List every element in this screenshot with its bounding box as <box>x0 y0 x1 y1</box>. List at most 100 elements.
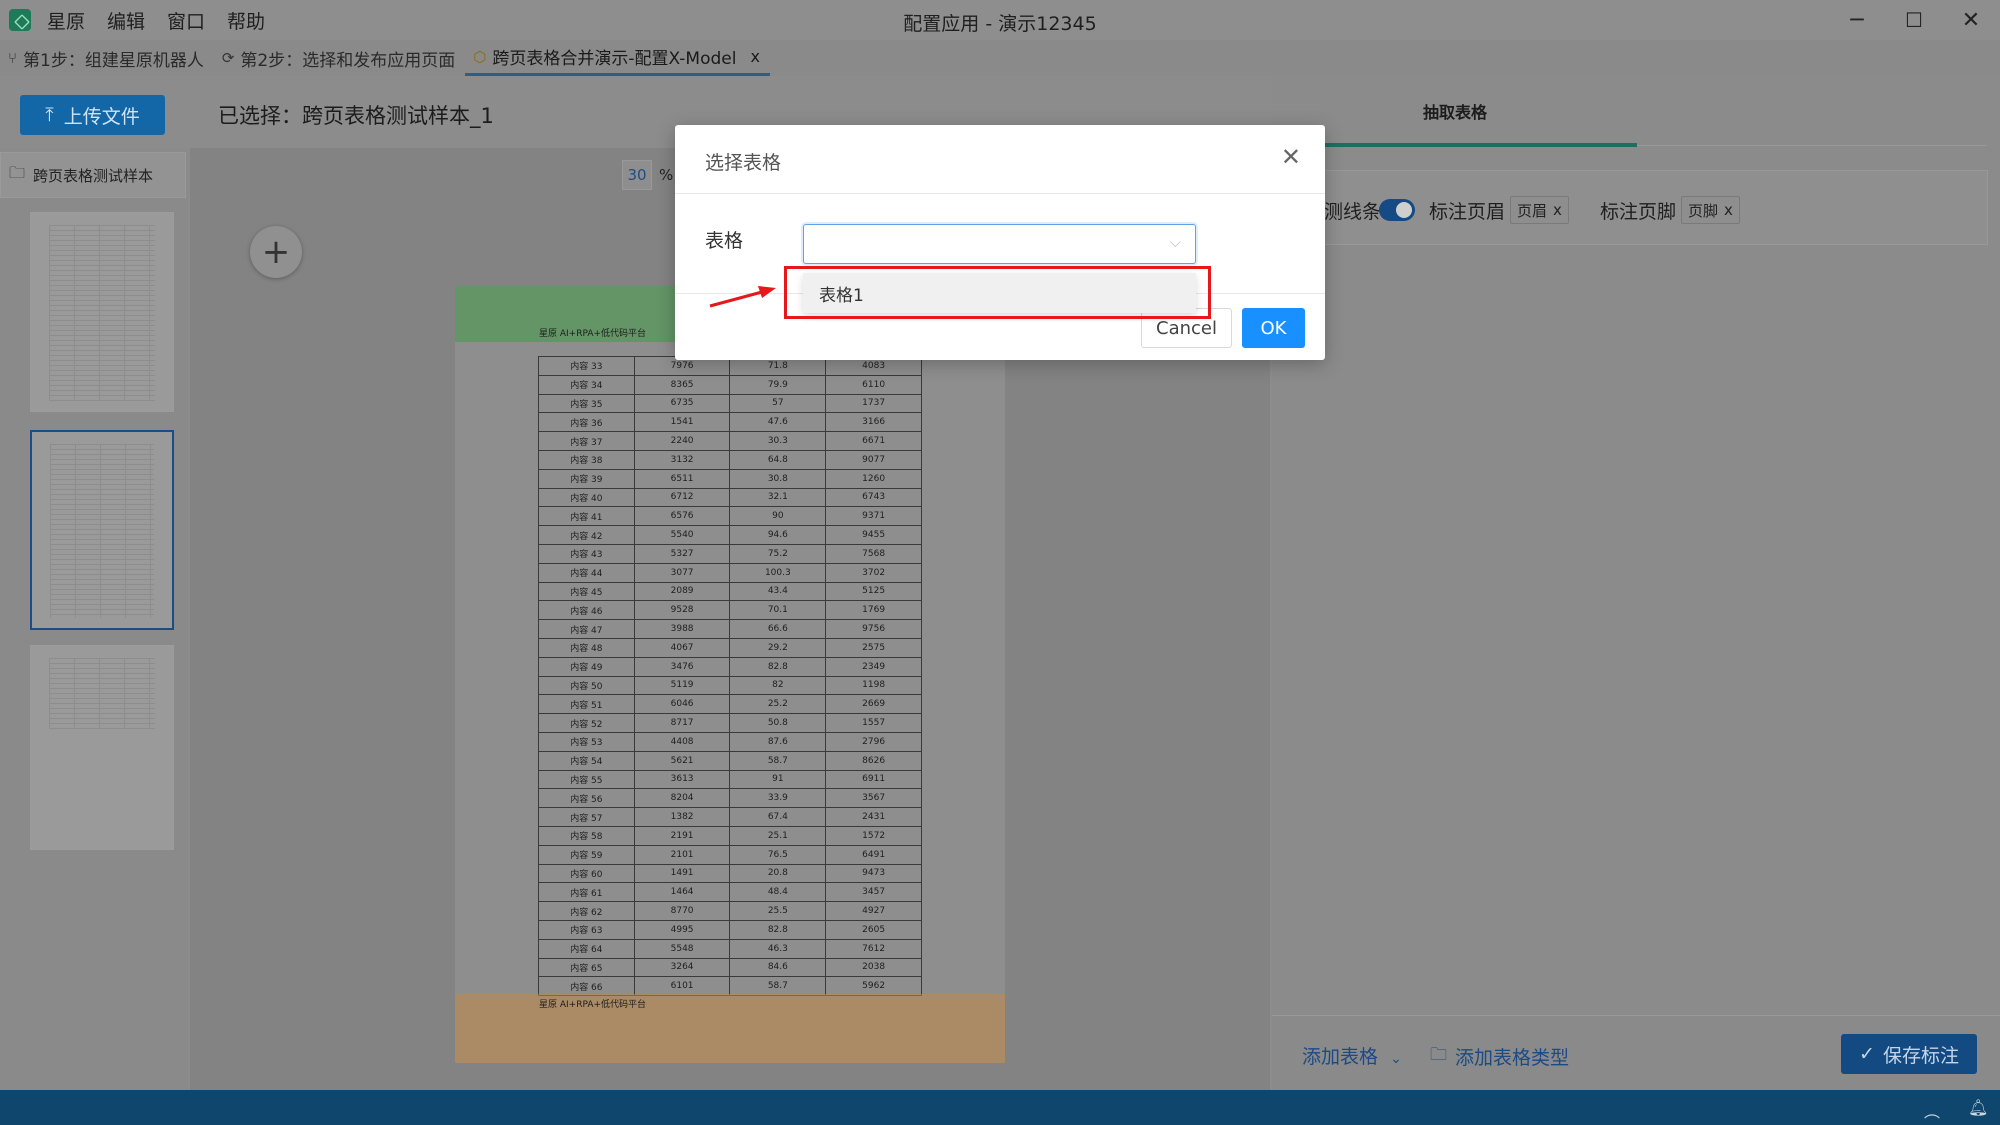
header-chip-close-icon[interactable]: x <box>1553 201 1562 219</box>
table-cell: 87.6 <box>729 731 827 752</box>
table-cell: 100.3 <box>729 562 827 583</box>
table-cell: 2349 <box>825 656 922 677</box>
table-select[interactable]: ⌵ <box>803 224 1196 264</box>
zoom-unit: % <box>659 166 674 184</box>
zoom-input[interactable]: 30 <box>622 160 652 190</box>
table-cell: 内容 61 <box>538 882 635 903</box>
table-row: 内容 46 9528 70.1 1769 <box>538 600 922 621</box>
maximize-icon[interactable]: ☐ <box>1885 0 1943 40</box>
table-row: 内容 34 8365 79.9 6110 <box>538 374 922 395</box>
tab-step2[interactable]: ⟳ 第2步：选择和发布应用页面 <box>214 40 465 76</box>
table-row: 内容 54 5621 58.7 8626 <box>538 750 922 771</box>
menu-item-edit[interactable]: 编辑 <box>107 7 145 34</box>
table-cell: 内容 50 <box>538 675 635 696</box>
minimize-icon[interactable]: ─ <box>1828 0 1886 40</box>
branch-icon: ⑂ <box>8 49 18 67</box>
header-chip[interactable]: 页眉 x <box>1510 196 1569 224</box>
add-icon[interactable]: + <box>250 226 302 278</box>
menu-item-window[interactable]: 窗口 <box>167 7 205 34</box>
table-row: 内容 36 1541 47.6 3166 <box>538 412 922 433</box>
upload-file-button[interactable]: ⤒ 上传文件 <box>20 95 165 135</box>
footer-chip-label: 页脚 <box>1688 201 1719 220</box>
table-cell: 75.2 <box>729 543 827 564</box>
dialog-title: 选择表格 <box>705 152 782 174</box>
table-row: 内容 61 1464 48.4 3457 <box>538 882 922 903</box>
table-cell: 6712 <box>633 487 731 508</box>
table-cell: 内容 35 <box>538 393 635 414</box>
table-cell: 1737 <box>825 393 922 414</box>
table-cell: 2038 <box>825 957 922 978</box>
page-thumbnail-3[interactable] <box>30 645 174 850</box>
table-cell: 8204 <box>633 788 731 809</box>
table-cell: 82 <box>729 675 827 696</box>
table-cell: 82.8 <box>729 919 827 940</box>
table-cell: 25.1 <box>729 825 827 846</box>
table-cell: 91 <box>729 769 827 790</box>
table-cell: 内容 57 <box>538 807 635 827</box>
menu-item-xingyuan[interactable]: 星原 <box>47 7 85 34</box>
table-cell: 67.4 <box>729 807 827 827</box>
add-table-type-button[interactable]: 🗀 添加表格类型 <box>1430 1042 1569 1071</box>
table-row: 内容 58 2191 25.1 1572 <box>538 825 922 846</box>
table-cell: 内容 37 <box>538 431 635 451</box>
table-cell: 5962 <box>825 976 922 997</box>
table-row: 内容 66 6101 58.7 5962 <box>538 976 922 997</box>
table-cell: 内容 54 <box>538 750 635 771</box>
table-cell: 5540 <box>633 525 731 545</box>
table-cell: 6101 <box>633 976 731 997</box>
header-chip-label: 页眉 <box>1517 201 1548 220</box>
annotation-highlight-box <box>784 266 1211 319</box>
tab-step1[interactable]: ⑂ 第1步：组建星原机器人 <box>0 40 214 76</box>
document-table[interactable]: 内容 33 7976 71.8 4083 内容 34 8365 79.9 6110 内容 35 6… <box>538 356 922 997</box>
add-table-dropdown[interactable]: 添加表格 ⌄ <box>1302 1042 1402 1069</box>
footer-chip-close-icon[interactable]: x <box>1724 201 1733 219</box>
wifi-icon: ︵ <box>1924 1102 1941 1121</box>
table-row: 内容 65 3264 84.6 2038 <box>538 957 922 978</box>
tab-xmodel-label: 跨页表格合并演示-配置X-Model <box>492 49 737 69</box>
table-cell: 33.9 <box>729 788 827 809</box>
table-cell: 25.5 <box>729 901 827 921</box>
table-row: 内容 60 1491 20.8 9473 <box>538 863 922 884</box>
table-row: 内容 57 1382 67.4 2431 <box>538 807 922 827</box>
detect-lines-toggle[interactable] <box>1379 199 1415 221</box>
footer-chip[interactable]: 页脚 x <box>1681 196 1740 224</box>
tab-bar: ⑂ 第1步：组建星原机器人 ⟳ 第2步：选择和发布应用页面 ⬡ 跨页表格合并演示… <box>0 40 2000 76</box>
table-row: 内容 35 6735 57 1737 <box>538 393 922 414</box>
check-circle-icon: ✓ <box>1859 1043 1875 1065</box>
title-bar: 星原 编辑 窗口 帮助 <box>0 0 2000 40</box>
table-cell: 64.8 <box>729 449 827 470</box>
chevron-down-icon: ⌄ <box>1390 1051 1402 1067</box>
table-cell: 6671 <box>825 431 922 451</box>
close-window-icon[interactable]: ✕ <box>1942 0 2000 40</box>
table-row: 内容 62 8770 25.5 4927 <box>538 901 922 921</box>
table-cell: 1198 <box>825 675 922 696</box>
save-annotation-button[interactable]: ✓ 保存标注 <box>1841 1034 1977 1074</box>
table-cell: 66.6 <box>729 619 827 639</box>
page-thumbnail-2[interactable] <box>30 430 174 630</box>
menu-item-help[interactable]: 帮助 <box>227 7 265 34</box>
table-row: 内容 48 4067 29.2 2575 <box>538 637 922 658</box>
add-table-label: 添加表格 <box>1302 1046 1379 1068</box>
table-row: 内容 39 6511 30.8 1260 <box>538 468 922 489</box>
folder-item[interactable]: 🗀 跨页表格测试样本 <box>0 152 186 198</box>
table-cell: 5119 <box>633 675 731 696</box>
tab-close-icon[interactable]: x <box>750 47 759 66</box>
table-cell: 3457 <box>825 882 922 903</box>
folder-label: 跨页表格测试样本 <box>33 166 154 185</box>
footer-region[interactable] <box>455 994 1005 1063</box>
bell-icon[interactable]: 🔔︎ <box>1968 1098 1988 1117</box>
ok-button[interactable]: OK <box>1242 308 1305 348</box>
tab-extract-table[interactable]: 抽取表格 <box>1423 99 1487 123</box>
close-icon[interactable]: ✕ <box>1281 143 1301 171</box>
table-row: 内容 45 2089 43.4 5125 <box>538 581 922 602</box>
select-table-dialog: 选择表格 ✕ 表格 ⌵ Cancel OK <box>675 125 1325 360</box>
table-cell: 7612 <box>825 938 922 959</box>
table-cell: 内容 56 <box>538 788 635 809</box>
table-cell: 内容 51 <box>538 694 635 715</box>
table-cell: 5327 <box>633 543 731 564</box>
tab-xmodel[interactable]: ⬡ 跨页表格合并演示-配置X-Model x <box>465 40 770 76</box>
table-cell: 内容 46 <box>538 600 635 621</box>
page-thumbnail-1[interactable] <box>30 212 174 412</box>
table-cell: 内容 38 <box>538 449 635 470</box>
table-cell: 内容 53 <box>538 731 635 752</box>
